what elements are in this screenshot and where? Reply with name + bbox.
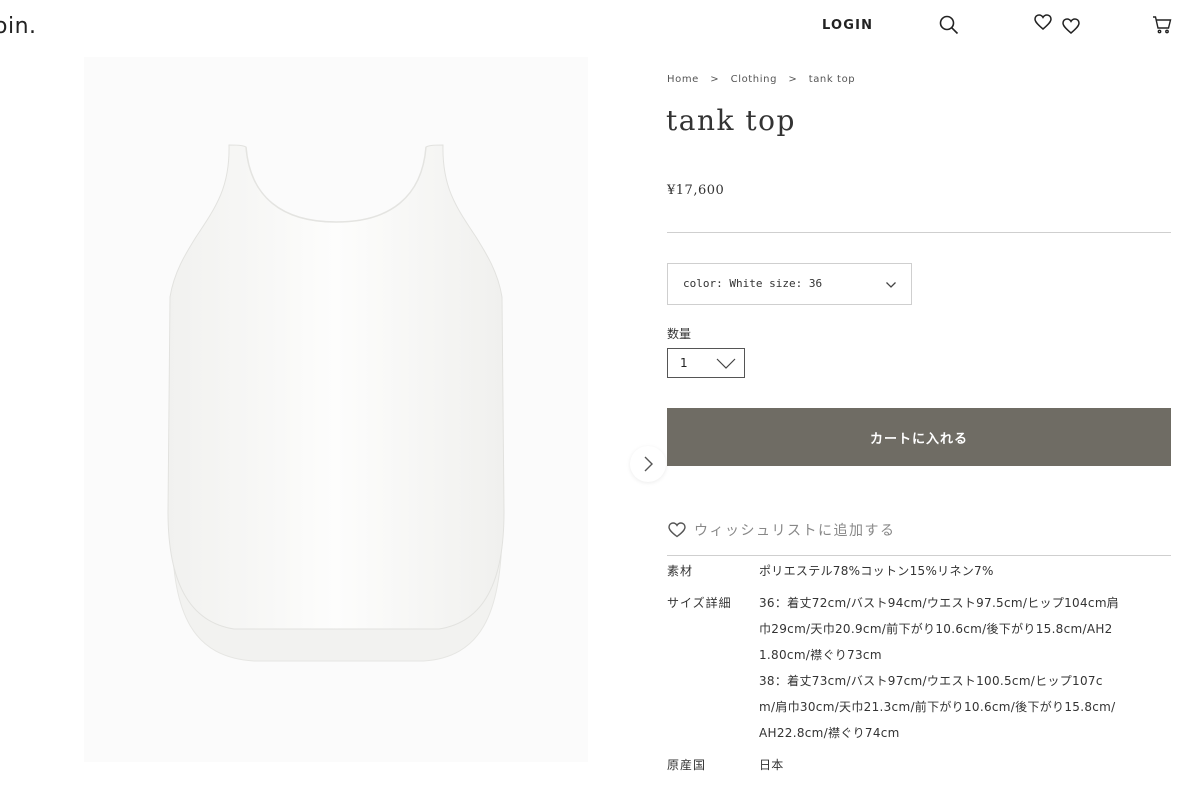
quantity-value: 1 [680, 356, 688, 370]
brand-logo[interactable]: oin. [0, 14, 37, 39]
spec-line: m/肩巾30cm/天巾21.3cm/前下がり10.6cm/後下がり15.8cm/ [759, 700, 1116, 714]
spec-line: 36：着丈72cm/バスト94cm/ウエスト97.5cm/ヒップ104cm肩 [759, 596, 1120, 610]
variant-select[interactable]: color: White size: 36 [667, 263, 912, 305]
heart-icon[interactable] [1034, 14, 1082, 40]
spec-line: ポリエステル78%コットン15%リネン7% [759, 564, 994, 578]
breadcrumb-clothing[interactable]: Clothing [731, 74, 777, 85]
spec-line: 巾29cm/天巾20.9cm/前下がり10.6cm/後下がり15.8cm/AH2 [759, 622, 1113, 636]
product-price: ¥17,600 [667, 183, 725, 198]
spec-label: サイズ詳細 [667, 596, 732, 610]
variant-select-value: color: White size: 36 [683, 277, 823, 290]
product-specs: 素材 ポリエステル78%コットン15%リネン7% サイズ詳細 36：着丈72cm… [667, 558, 1171, 778]
spec-row-material: 素材 ポリエステル78%コットン15%リネン7% [667, 558, 1171, 584]
product-image [167, 144, 505, 662]
add-to-cart-button[interactable]: カートに入れる [667, 408, 1171, 466]
login-link[interactable]: LOGIN [822, 18, 873, 33]
spec-label: 素材 [667, 564, 694, 578]
product-image-gallery[interactable] [84, 57, 666, 762]
breadcrumb-current: tank top [808, 74, 856, 85]
quantity-select[interactable]: 1 [667, 348, 745, 378]
spec-line: AH22.8cm/襟ぐり74cm [759, 726, 900, 740]
chevron-down-icon [716, 358, 736, 369]
spec-value: 日本 [759, 752, 1171, 778]
breadcrumb: Home > Clothing > tank top [667, 74, 855, 85]
product-title: tank top [666, 104, 796, 137]
chevron-right-icon [644, 456, 653, 472]
breadcrumb-home[interactable]: Home [667, 74, 699, 85]
cart-icon[interactable] [1152, 16, 1172, 38]
breadcrumb-separator: > [710, 74, 720, 85]
divider [667, 232, 1171, 233]
quantity-label: 数量 [667, 327, 692, 341]
heart-icon [668, 522, 686, 538]
spec-line: 38：着丈73cm/バスト97cm/ウエスト100.5cm/ヒップ107c [759, 674, 1103, 688]
wishlist-label: ウィッシュリストに追加する [694, 523, 896, 539]
spec-row-origin: 原産国 日本 [667, 752, 1171, 778]
spec-line: 日本 [759, 758, 784, 772]
next-image-button[interactable] [630, 446, 666, 482]
spec-label: 原産国 [667, 758, 707, 772]
spec-value: 36：着丈72cm/バスト94cm/ウエスト97.5cm/ヒップ104cm肩 巾… [759, 590, 1171, 746]
divider [667, 555, 1171, 556]
chevron-down-icon [886, 282, 896, 288]
breadcrumb-separator: > [788, 74, 798, 85]
spec-row-size-details: サイズ詳細 36：着丈72cm/バスト94cm/ウエスト97.5cm/ヒップ10… [667, 590, 1171, 746]
spec-value: ポリエステル78%コットン15%リネン7% [759, 558, 1171, 584]
spec-line: 1.80cm/襟ぐり73cm [759, 648, 882, 662]
search-icon[interactable] [938, 14, 960, 40]
